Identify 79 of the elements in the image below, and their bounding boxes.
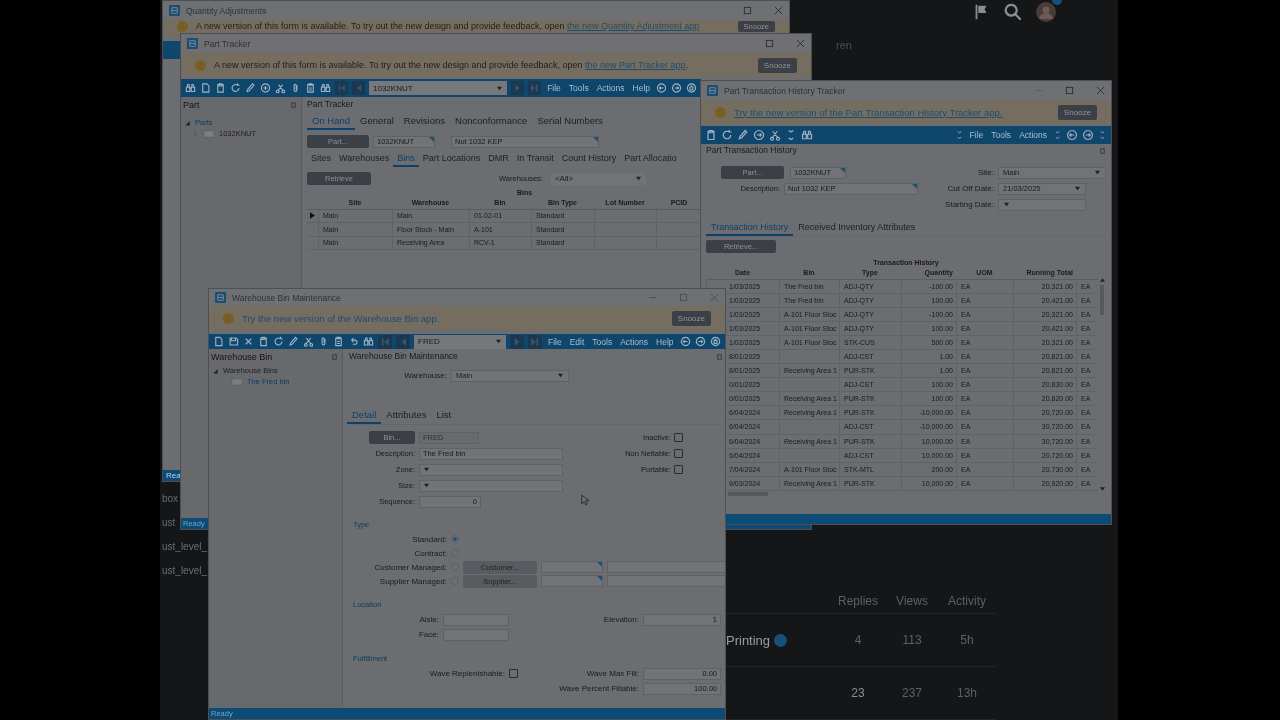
menu-item[interactable]: Help: [632, 83, 651, 93]
banner-message: A new version of this form is available. To try out the new design and provide feedback, open the new Quantity Adjustment app: [196, 21, 700, 31]
checkbox-label: Wave Replenishable:: [428, 669, 505, 678]
column-header[interactable]: Replies: [838, 594, 878, 608]
list-text: box: [162, 492, 179, 506]
tab[interactable]: Bins: [393, 152, 419, 167]
radio-label: Customer Managed:: [373, 562, 447, 572]
field-label: Warehouse:: [403, 371, 447, 380]
tab[interactable]: On Hand: [307, 114, 356, 130]
window-title: Part Transaction History Tracker: [724, 85, 846, 96]
record-dropdown[interactable]: FRED: [414, 334, 506, 349]
tab[interactable]: Part Locations: [418, 152, 485, 167]
field-label: Aisle:: [418, 615, 439, 624]
topic-stat: 4: [854, 633, 862, 647]
tab[interactable]: Sites: [307, 152, 335, 167]
field-label: Face:: [418, 630, 439, 639]
window-title: Part Tracker: [204, 38, 251, 49]
menu-item[interactable]: File: [548, 336, 562, 347]
banner-message: A new version of this form is available. To try out the new design and provide feedback, open the new Part Tracker app.: [214, 60, 689, 70]
radio-label: Contract:: [413, 548, 447, 558]
app-link[interactable]: Try the new version of the Part Transaction History Tracker app.: [734, 106, 1003, 118]
tab[interactable]: Serial Numbers: [532, 114, 608, 130]
form-heading: Part Tracker: [307, 99, 354, 109]
tab[interactable]: Revisions: [398, 114, 451, 130]
status-text: Rea: [165, 471, 181, 480]
radio-label: Standard:: [411, 534, 447, 544]
menu-item[interactable]: Help: [656, 336, 674, 347]
warehouses-dropdown[interactable]: <All>: [550, 172, 646, 185]
tab[interactable]: List: [431, 408, 457, 424]
panel-title: Part: [183, 100, 200, 110]
tab[interactable]: General: [355, 114, 399, 130]
tab[interactable]: Count History: [557, 152, 621, 167]
topic-stat: 5h: [960, 633, 974, 647]
tab[interactable]: In Transit: [512, 152, 558, 167]
menu-item[interactable]: Tools: [991, 130, 1012, 140]
form-heading: Part Transaction History: [706, 145, 797, 155]
list-text: ust_level_: [162, 540, 208, 554]
field-label: Elevation:: [603, 615, 639, 624]
tab[interactable]: Part Allocatio: [620, 152, 681, 167]
record-dropdown[interactable]: 1032KNUT: [369, 81, 508, 95]
menu-item[interactable]: Actions: [596, 83, 625, 93]
window-title: Quantity Adjustments: [186, 5, 267, 16]
tab[interactable]: Detail: [347, 408, 382, 424]
menu-item[interactable]: Tools: [592, 336, 613, 347]
column-header[interactable]: Activity: [948, 594, 986, 608]
tab[interactable]: DMR: [484, 152, 513, 167]
list-text: ust: [162, 516, 176, 530]
menu-item[interactable]: Actions: [1019, 130, 1047, 140]
field-label: Wave Max Fill:: [586, 669, 639, 678]
field-label: Cut Off Date:: [946, 184, 994, 193]
topic-link[interactable]: Printing: [726, 632, 771, 648]
app-link[interactable]: Try the new version of the Warehouse Bin app.: [242, 312, 440, 324]
panel-title: Warehouse Bin: [211, 352, 273, 362]
app-link[interactable]: the new Part Tracker app: [585, 60, 686, 70]
menu-item[interactable]: File: [547, 83, 561, 93]
snooze-button[interactable]: Snooze: [757, 57, 797, 73]
menu-item[interactable]: File: [969, 130, 984, 140]
snooze-button[interactable]: Snooze: [671, 310, 711, 326]
topic-stat: 113: [902, 633, 922, 647]
field-label: Wave Percent Fillable:: [559, 684, 639, 693]
radio-label: Supplier Managed:: [378, 576, 447, 586]
field-label: Site:: [977, 168, 994, 177]
menu-item[interactable]: Tools: [568, 83, 589, 93]
topic-stat: 23: [851, 686, 865, 700]
column-header[interactable]: Views: [896, 594, 928, 608]
menu-item[interactable]: Edit: [569, 336, 585, 347]
menu-item[interactable]: Actions: [620, 336, 649, 347]
form-heading: Warehouse Bin Maintenance: [349, 351, 458, 361]
tab[interactable]: Warehouses: [335, 152, 394, 167]
topic-stat: 237: [902, 686, 922, 700]
snooze-button[interactable]: Snooze: [1057, 104, 1097, 120]
tab[interactable]: Transaction History: [706, 221, 794, 236]
app-link[interactable]: the new Quantity Adjustment app: [567, 21, 700, 31]
tab[interactable]: Received Inventory Attributes: [793, 221, 921, 236]
tab[interactable]: Nonconformance: [450, 114, 533, 130]
list-text: ust_level_: [162, 564, 208, 578]
field-label: Starting Date:: [944, 200, 994, 209]
topic-stat: 13h: [957, 686, 977, 700]
tab[interactable]: Attributes: [381, 408, 432, 424]
